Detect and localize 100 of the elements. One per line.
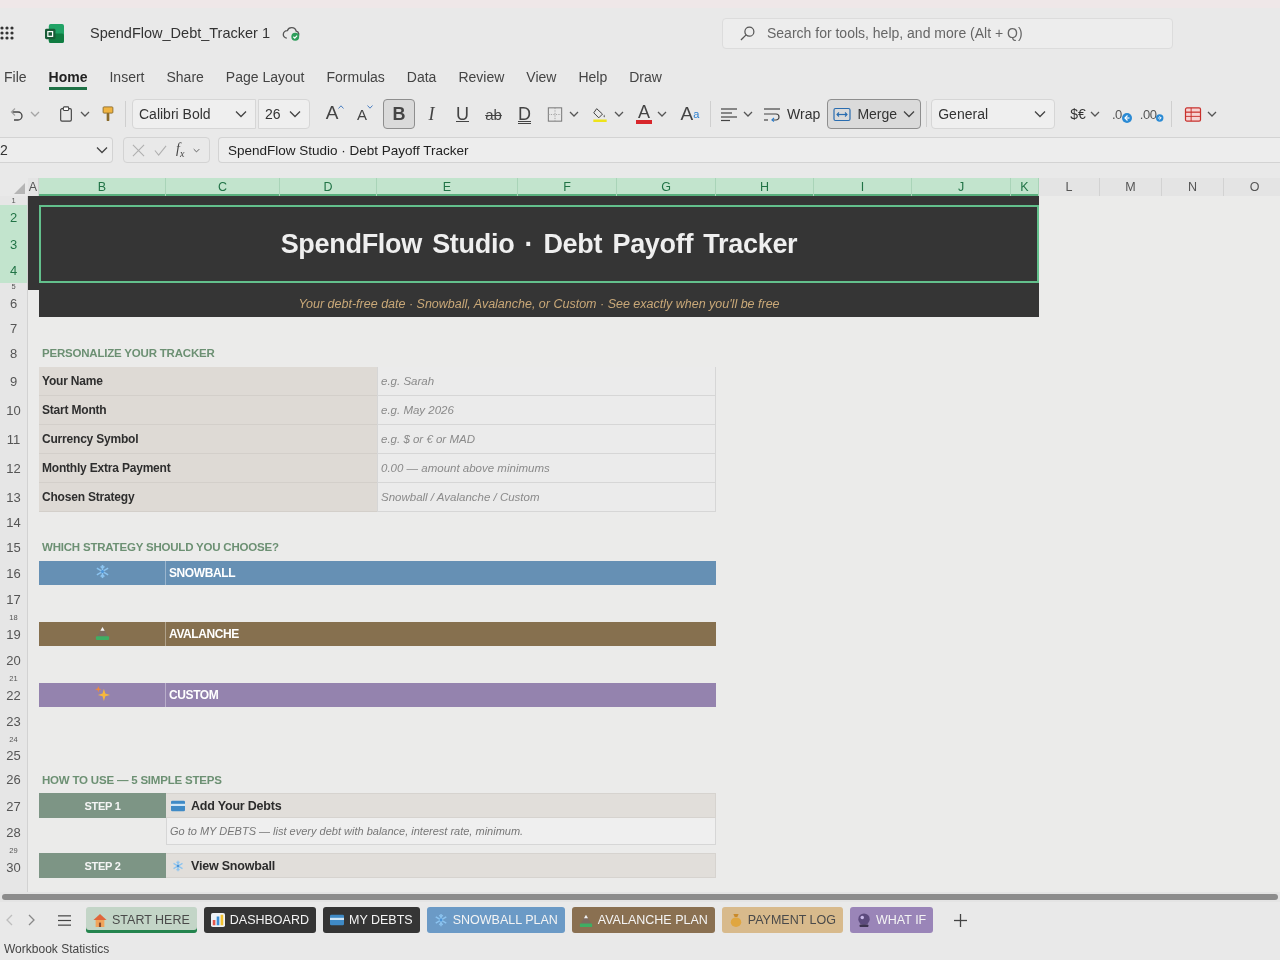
insert-function-button[interactable]: f$_{x}$ <box>176 141 185 159</box>
currency-button[interactable]: $€ <box>1067 99 1103 129</box>
strategy-label: AVALANCHE <box>168 626 239 643</box>
menu-tab[interactable]: Formulas <box>326 60 385 90</box>
font-name-dropdown[interactable]: Calibri Bold <box>132 99 256 129</box>
caret-icon <box>30 111 40 117</box>
cloud-check-icon[interactable] <box>282 25 301 41</box>
menu-tab[interactable]: Insert <box>109 60 145 90</box>
column-header[interactable]: H <box>716 178 814 196</box>
row-header[interactable]: 30 <box>0 855 27 879</box>
row-header[interactable]: 2 <box>0 205 27 230</box>
row-header[interactable]: 27 <box>0 793 27 819</box>
row-header[interactable]: 25 <box>0 744 27 766</box>
italic-button[interactable]: I <box>417 99 446 129</box>
input-field[interactable]: e.g. Sarah <box>377 367 716 396</box>
column-header[interactable]: F <box>518 178 617 196</box>
merge-button[interactable]: Merge <box>827 99 922 129</box>
bold-button[interactable]: B <box>383 99 415 129</box>
check-icon <box>154 143 167 157</box>
column-header[interactable]: C <box>166 178 280 196</box>
row-header[interactable]: 3 <box>0 230 27 258</box>
app-launcher-icon[interactable] <box>0 26 14 40</box>
menu-tab[interactable]: File <box>4 60 27 90</box>
row-header[interactable]: 10 <box>0 396 27 425</box>
font-size-dropdown[interactable]: 26 <box>258 99 310 129</box>
column-header[interactable]: K <box>1011 178 1039 196</box>
scrollbar-thumb[interactable] <box>2 894 1278 900</box>
column-header[interactable]: D <box>280 178 377 196</box>
row-header[interactable]: 12 <box>0 454 27 483</box>
column-header[interactable]: M <box>1100 178 1162 196</box>
down-caret-icon <box>367 105 373 109</box>
column-header[interactable]: I <box>814 178 912 196</box>
file-name[interactable]: SpendFlow_Debt_Tracker 1 <box>90 25 270 41</box>
row-header[interactable]: 13 <box>0 483 27 512</box>
sheet-subtitle: Your debt-free date · Snowball, Avalanche, or Custom · See exactly when you'll be free <box>39 290 1039 317</box>
enter-button[interactable] <box>154 143 167 157</box>
wrap-text-button[interactable]: Wrap <box>760 99 824 129</box>
row-header[interactable]: 9 <box>0 367 27 396</box>
input-field[interactable]: e.g. May 2026 <box>377 396 716 425</box>
strikethrough-button[interactable]: ab <box>479 99 508 129</box>
row-header[interactable]: 16 <box>0 561 27 585</box>
column-header[interactable]: O <box>1224 178 1280 196</box>
sheet-tab[interactable]: DASHBOARD <box>203 907 316 933</box>
row-header[interactable]: 11 <box>0 425 27 454</box>
sheet-tab[interactable]: MY DEBTS <box>323 907 420 933</box>
search-field[interactable]: Search for tools, help, and more (Alt + Q) <box>722 17 1173 49</box>
row-header[interactable]: 7 <box>0 317 27 339</box>
column-header[interactable]: N <box>1162 178 1224 196</box>
column-header[interactable]: G <box>617 178 716 196</box>
row-header[interactable]: 26 <box>0 766 27 793</box>
spreadsheet-icon <box>45 23 64 43</box>
row-header[interactable]: 19 <box>0 622 27 646</box>
row-header[interactable]: 28 <box>0 819 27 845</box>
row-header[interactable]: 23 <box>0 707 27 735</box>
step-title: View Snowball <box>191 858 275 873</box>
increase-decimal-button[interactable]: .0 <box>1108 99 1135 129</box>
menu-tab[interactable]: Draw <box>629 60 662 90</box>
column-header[interactable]: L <box>1039 178 1100 196</box>
row-header[interactable]: 22 <box>0 683 27 707</box>
chevron-icon <box>1034 110 1047 118</box>
menu-tab[interactable]: Share <box>166 60 204 90</box>
menu-tab[interactable]: Review <box>458 60 505 90</box>
field-label-cell: Monthly Extra Payment <box>39 454 377 483</box>
sheet-tab[interactable]: START HERE <box>86 907 197 933</box>
sheet-tab[interactable]: PAYMENT LOG <box>721 907 843 933</box>
menu-tab[interactable]: Data <box>406 60 437 90</box>
input-field[interactable]: Snowball / Avalanche / Custom <box>377 483 716 512</box>
column-header[interactable]: B <box>39 178 166 196</box>
increase-font-size-button[interactable]: A <box>322 99 348 129</box>
snowflake-icon <box>171 859 185 872</box>
row-header[interactable]: 6 <box>0 290 27 317</box>
sheet-title[interactable]: SpendFlow Studio · Debt Payoff Tracker <box>39 205 1039 283</box>
row-header[interactable]: 4 <box>0 258 27 283</box>
underline-button[interactable]: U <box>448 99 477 129</box>
input-field[interactable]: e.g. $ or € or MAD <box>377 425 716 454</box>
decrease-font-size-button[interactable]: A <box>352 99 378 129</box>
superscript-button[interactable]: A$^{a}$ <box>676 99 704 129</box>
chevron-right-icon <box>28 914 36 926</box>
row-header[interactable]: 17 <box>0 585 27 613</box>
sheet-tab[interactable]: AVALANCHE PLAN <box>571 907 715 933</box>
font-color-button[interactable]: A <box>633 99 670 129</box>
decrease-decimal-button[interactable]: .00 <box>1138 99 1165 129</box>
row-header[interactable]: 15 <box>0 533 27 561</box>
menu-tab[interactable]: Help <box>578 60 608 90</box>
row-header[interactable]: 8 <box>0 339 27 367</box>
formula-field[interactable]: SpendFlow Studio · Debt Payoff Tracker <box>218 137 1280 163</box>
column-header[interactable]: J <box>912 178 1011 196</box>
row-header[interactable]: 14 <box>0 512 27 533</box>
column-header[interactable]: E <box>377 178 518 196</box>
select-all-icon[interactable] <box>14 183 25 194</box>
input-field[interactable]: 0.00 — amount above minimums <box>377 454 716 483</box>
row-header[interactable]: 20 <box>0 646 27 674</box>
workbook-statistics-button[interactable]: Workbook Statistics <box>4 942 110 956</box>
mountain-icon <box>578 913 593 927</box>
number-format-dropdown[interactable]: General <box>931 99 1056 129</box>
menu-tab[interactable]: Home <box>48 60 88 90</box>
name-box[interactable]: 2 <box>0 137 113 163</box>
double-underline-button[interactable]: D <box>510 99 539 129</box>
menu-tab[interactable]: Page Layout <box>225 60 305 90</box>
menu-tab[interactable]: View <box>526 60 557 90</box>
